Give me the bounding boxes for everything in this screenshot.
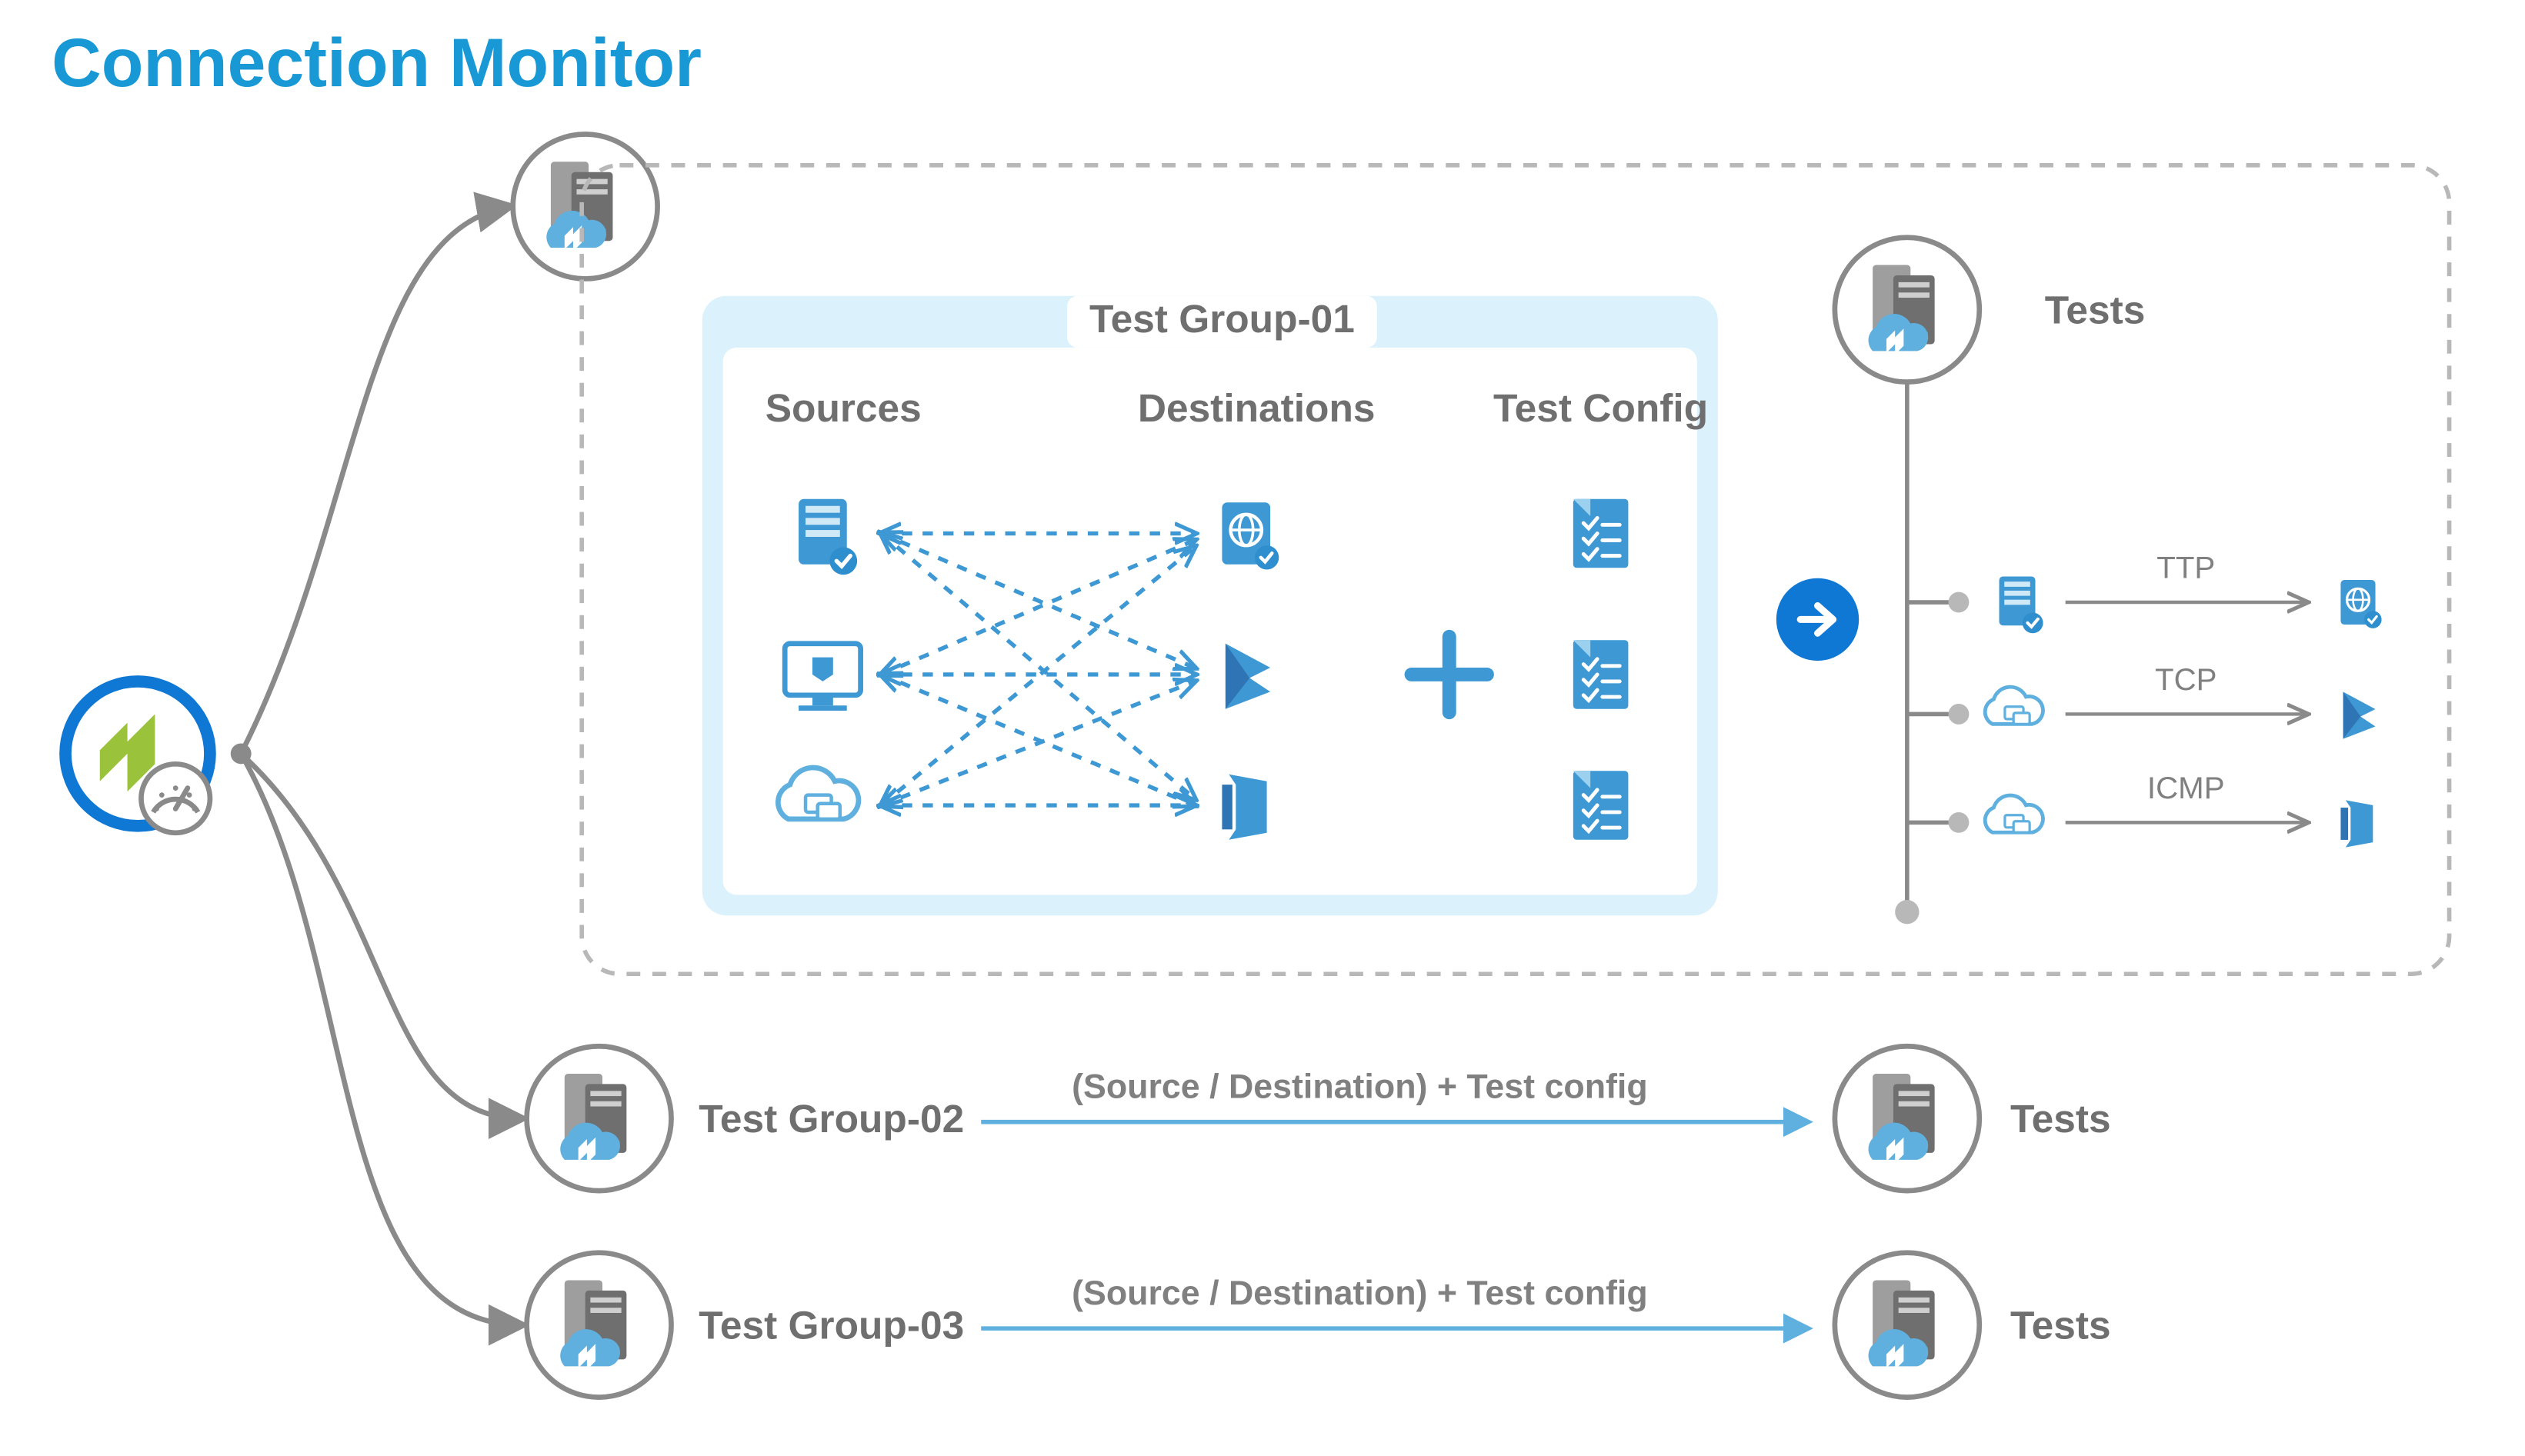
test-row-2-source-icon — [1985, 687, 2043, 724]
test-group-2-tests-label: Tests — [2010, 1096, 2111, 1141]
page-title: Connection Monitor — [52, 24, 702, 101]
test-group-3-tests-icon — [1835, 1253, 1980, 1398]
produces-arrow-icon — [1776, 578, 1859, 661]
testconfig-item-2-icon — [1573, 640, 1629, 708]
tests-heading: Tests — [2045, 288, 2146, 332]
test-row-2: TCP — [1907, 662, 2376, 739]
tests-tree: Tests TTP TCP ICMP — [1835, 238, 2382, 925]
test-row-1: TTP — [1907, 551, 2382, 634]
test-group-2-row: Test Group-02 (Source / Destination) + T… — [527, 1046, 2111, 1191]
test-group-3-node-icon — [527, 1253, 672, 1398]
test-group-1-title: Test Group-01 — [1089, 296, 1355, 341]
test-group-3-tests-label: Tests — [2010, 1303, 2111, 1348]
testconfig-item-1-icon — [1573, 499, 1629, 568]
test-row-3: ICMP — [1907, 771, 2373, 848]
test-row-3-source-icon — [1985, 795, 2043, 832]
testconfig-item-3-icon — [1573, 771, 1629, 839]
test-row-1-source-icon — [2000, 576, 2043, 633]
test-row-3-dest-icon — [2340, 800, 2373, 847]
connection-monitor-icon — [65, 681, 210, 833]
test-group-2-node-icon — [527, 1046, 672, 1191]
test-row-3-protocol: ICMP — [2147, 771, 2225, 805]
test-row-2-protocol: TCP — [2155, 662, 2216, 697]
tests-node-icon — [1835, 238, 1980, 382]
test-group-3-mid-label: (Source / Destination) + Test config — [1072, 1274, 1648, 1312]
testconfig-heading: Test Config — [1493, 385, 1708, 430]
test-group-2-label: Test Group-02 — [699, 1096, 964, 1141]
test-row-1-dest-icon — [2340, 580, 2381, 628]
test-group-3-row: Test Group-03 (Source / Destination) + T… — [527, 1253, 2111, 1398]
test-group-2-mid-label: (Source / Destination) + Test config — [1072, 1067, 1648, 1105]
test-group-2-tests-icon — [1835, 1046, 1980, 1191]
test-group-1-panel: Test Group-01 Sources Destinations Test … — [702, 296, 1718, 915]
test-group-3-label: Test Group-03 — [699, 1303, 964, 1348]
connector-root-to-group1 — [241, 206, 509, 753]
destinations-heading: Destinations — [1138, 385, 1376, 430]
sources-heading: Sources — [766, 385, 922, 430]
test-row-2-dest-icon — [2343, 691, 2376, 738]
connector-root-to-group2 — [241, 754, 522, 1118]
test-row-1-protocol: TTP — [2156, 551, 2215, 585]
connector-root-to-group3 — [241, 754, 522, 1325]
test-group-1-node-icon — [513, 135, 658, 279]
